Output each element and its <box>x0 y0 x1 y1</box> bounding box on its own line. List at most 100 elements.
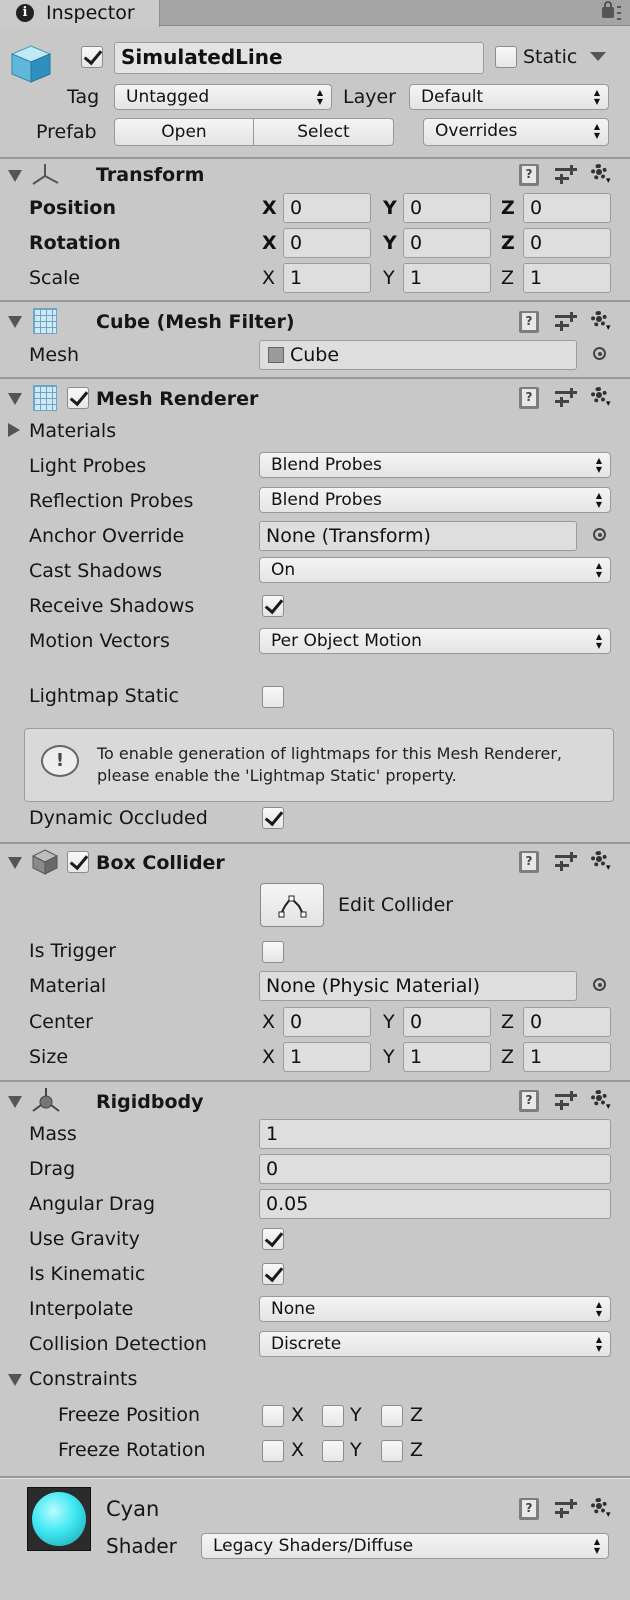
constraints-label[interactable]: Constraints <box>29 1367 137 1391</box>
help-icon[interactable] <box>519 311 539 333</box>
drag-field[interactable]: 0 <box>259 1154 611 1184</box>
static-dropdown-icon[interactable] <box>590 52 606 61</box>
constraints-foldout-arrow-icon[interactable] <box>8 1374 22 1386</box>
center-y-field[interactable]: 0 <box>403 1007 491 1037</box>
edit-collider-button[interactable] <box>260 883 324 927</box>
rotation-x-field[interactable]: 0 <box>283 228 371 258</box>
gear-icon[interactable]: ▾ <box>590 850 612 873</box>
is-kinematic-checkbox[interactable] <box>262 1263 284 1285</box>
axis-x-label: X <box>262 267 276 289</box>
use-gravity-checkbox[interactable] <box>262 1228 284 1250</box>
light-probes-label: Light Probes <box>29 455 147 477</box>
materials-label[interactable]: Materials <box>29 419 116 443</box>
dynamic-occluded-checkbox[interactable] <box>262 807 284 829</box>
help-icon[interactable] <box>519 851 539 873</box>
gear-icon[interactable]: ▾ <box>590 310 612 333</box>
tab-inspector[interactable]: i Inspector <box>0 0 160 27</box>
lightmap-static-checkbox[interactable] <box>262 686 284 708</box>
active-checkbox[interactable] <box>81 46 103 68</box>
interpolate-dropdown[interactable]: None ▲ ▼ <box>259 1296 611 1322</box>
box-collider-enabled-checkbox[interactable] <box>67 851 89 873</box>
gear-icon[interactable]: ▾ <box>590 1089 612 1112</box>
cast-shadows-dropdown[interactable]: On ▲ ▼ <box>259 557 611 583</box>
drag-label: Drag <box>29 1158 76 1180</box>
reflection-probes-dropdown[interactable]: Blend Probes ▲ ▼ <box>259 487 611 513</box>
prefab-open-button[interactable]: Open <box>114 118 254 146</box>
receive-shadows-checkbox[interactable] <box>262 595 284 617</box>
object-picker-icon[interactable] <box>593 347 606 360</box>
layer-label: Layer <box>343 86 396 108</box>
foldout-arrow-icon[interactable] <box>8 393 22 405</box>
freeze-position-x-checkbox[interactable] <box>262 1405 284 1427</box>
preset-icon[interactable] <box>555 852 577 872</box>
axis-z-label: Z <box>501 1046 515 1068</box>
size-x-field[interactable]: 1 <box>283 1042 371 1072</box>
gear-icon[interactable]: ▾ <box>590 163 612 186</box>
preset-icon[interactable] <box>555 388 577 408</box>
collider-material-field[interactable]: None (Physic Material) <box>259 971 577 1001</box>
help-icon[interactable] <box>519 164 539 186</box>
motion-vectors-dropdown[interactable]: Per Object Motion ▲ ▼ <box>259 628 611 654</box>
scale-y-field[interactable]: 1 <box>403 263 491 293</box>
gear-icon[interactable]: ▾ <box>590 1497 612 1520</box>
rotation-y-field[interactable]: 0 <box>403 228 491 258</box>
tag-dropdown[interactable]: Untagged ▲ ▼ <box>114 84 332 110</box>
mesh-field[interactable]: Cube <box>259 340 577 370</box>
transform-title: Transform <box>96 164 205 186</box>
position-x-field[interactable]: 0 <box>283 193 371 223</box>
center-z-field[interactable]: 0 <box>523 1007 611 1037</box>
foldout-arrow-icon[interactable] <box>8 170 22 182</box>
preset-icon[interactable] <box>555 312 577 332</box>
anchor-override-field[interactable]: None (Transform) <box>259 521 577 551</box>
size-y-field[interactable]: 1 <box>403 1042 491 1072</box>
foldout-arrow-icon[interactable] <box>8 857 22 869</box>
help-icon[interactable] <box>519 1090 539 1112</box>
help-icon[interactable] <box>519 1498 539 1520</box>
freeze-position-z-checkbox[interactable] <box>381 1405 403 1427</box>
scale-x-field[interactable]: 1 <box>283 263 371 293</box>
help-text-line1: To enable generation of lightmaps for th… <box>97 744 562 763</box>
light-probes-dropdown[interactable]: Blend Probes ▲ ▼ <box>259 452 611 478</box>
freeze-rotation-z-checkbox[interactable] <box>381 1440 403 1462</box>
foldout-arrow-icon[interactable] <box>8 1096 22 1108</box>
lock-icon[interactable] <box>602 1 614 18</box>
freeze-rotation-y-checkbox[interactable] <box>322 1440 344 1462</box>
layer-dropdown[interactable]: Default ▲ ▼ <box>409 84 609 110</box>
prefab-select-button[interactable]: Select <box>253 118 394 146</box>
is-trigger-checkbox[interactable] <box>262 941 284 963</box>
position-z-field[interactable]: 0 <box>523 193 611 223</box>
object-name-field[interactable]: SimulatedLine <box>114 42 484 74</box>
collider-material-label: Material <box>29 975 107 997</box>
materials-foldout-arrow-icon[interactable] <box>8 423 20 437</box>
gear-icon[interactable]: ▾ <box>590 386 612 409</box>
object-picker-icon[interactable] <box>593 978 606 991</box>
foldout-arrow-icon[interactable] <box>8 316 22 328</box>
object-picker-icon[interactable] <box>593 528 606 541</box>
use-gravity-label: Use Gravity <box>29 1228 140 1250</box>
overrides-dropdown[interactable]: Overrides ▲ ▼ <box>423 118 609 146</box>
mass-field[interactable]: 1 <box>259 1119 611 1149</box>
preset-icon[interactable] <box>555 1499 577 1519</box>
collision-detection-dropdown[interactable]: Discrete ▲ ▼ <box>259 1331 611 1357</box>
preset-icon[interactable] <box>555 165 577 185</box>
scale-z-field[interactable]: 1 <box>523 263 611 293</box>
tag-label: Tag <box>67 86 100 108</box>
mesh-renderer-enabled-checkbox[interactable] <box>67 387 89 409</box>
axis-z-label: Z <box>410 1404 424 1426</box>
kebab-menu-icon[interactable] <box>617 6 621 20</box>
angular-drag-field[interactable]: 0.05 <box>259 1189 611 1219</box>
position-y-field[interactable]: 0 <box>403 193 491 223</box>
freeze-position-y-checkbox[interactable] <box>322 1405 344 1427</box>
cast-shadows-label: Cast Shadows <box>29 560 163 582</box>
help-icon[interactable] <box>519 387 539 409</box>
size-z-field[interactable]: 1 <box>523 1042 611 1072</box>
static-checkbox[interactable] <box>495 46 517 68</box>
rotation-z-field[interactable]: 0 <box>523 228 611 258</box>
axis-z-label: Z <box>501 232 515 254</box>
rigidbody-title: Rigidbody <box>96 1091 204 1113</box>
preset-icon[interactable] <box>555 1091 577 1111</box>
divider <box>0 300 630 302</box>
freeze-rotation-x-checkbox[interactable] <box>262 1440 284 1462</box>
shader-dropdown[interactable]: Legacy Shaders/Diffuse ▲ ▼ <box>201 1533 609 1559</box>
center-x-field[interactable]: 0 <box>283 1007 371 1037</box>
